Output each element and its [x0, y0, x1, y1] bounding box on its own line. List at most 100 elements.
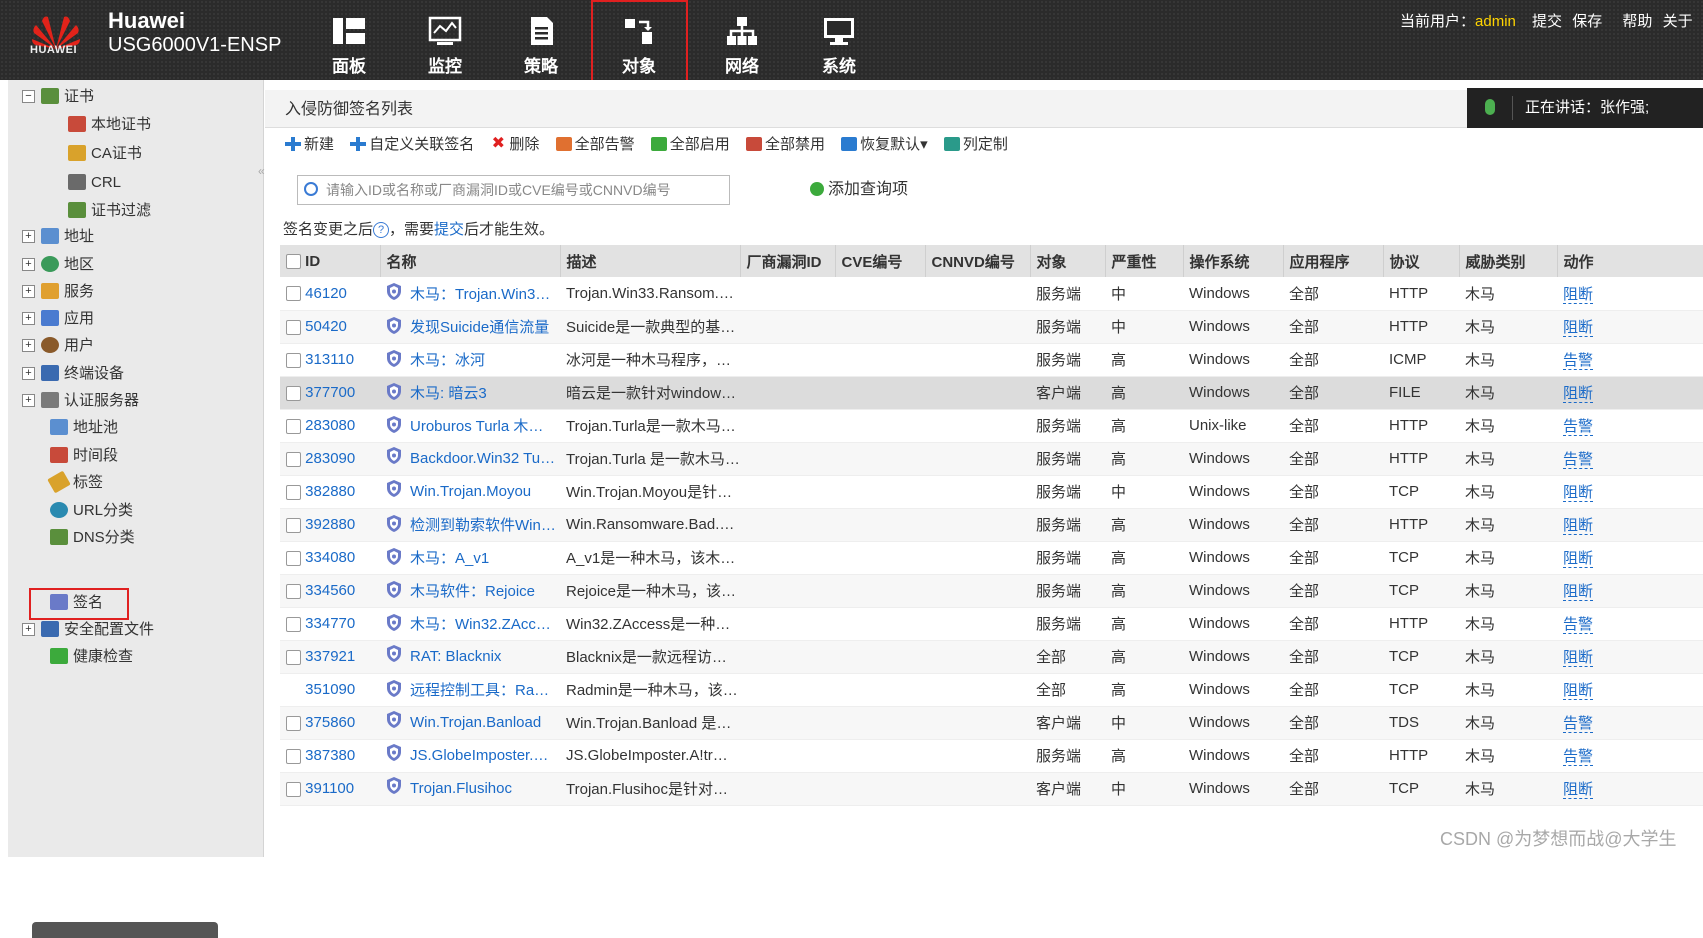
signature-name-link[interactable]: Uroburos Turla 木… — [410, 418, 543, 435]
action-link[interactable]: 阻断 — [1563, 682, 1594, 700]
table-row[interactable]: 334560 木马软件：Rejoice Rejoice是一种木马，该… 服务端高 Win… — [280, 574, 1703, 608]
nav-policy[interactable]: 策略 — [496, 0, 586, 80]
sidebar-item-health-check[interactable]: 健康检查 — [50, 644, 133, 670]
sidebar-item-certificate[interactable]: − 证书 — [22, 84, 94, 110]
col-action[interactable]: 动作 — [1557, 245, 1703, 277]
row-checkbox[interactable] — [286, 319, 301, 335]
collapse-sidebar-icon[interactable]: « — [258, 164, 265, 178]
signature-id-link[interactable]: 46120 — [305, 285, 347, 302]
table-row[interactable]: 283080 Uroburos Turla 木… Trojan.Turla是一款木马… — [280, 409, 1703, 443]
row-checkbox[interactable] — [286, 418, 301, 434]
nav-network[interactable]: 网络 — [697, 0, 787, 80]
col-os[interactable]: 操作系统 — [1183, 245, 1284, 277]
signature-id-link[interactable]: 313110 — [305, 351, 354, 368]
add-query-button[interactable]: 添加查询项 — [810, 176, 908, 204]
table-row[interactable]: 283090 Backdoor.Win32 Tu… Trojan.Turla 是一款… — [280, 442, 1703, 476]
action-link[interactable]: 阻断 — [1563, 285, 1594, 304]
signature-id-link[interactable]: 377700 — [305, 384, 355, 401]
signature-name-link[interactable]: 木马：Trojan.Win3… — [410, 286, 550, 303]
col-severity[interactable]: 严重性 — [1105, 245, 1184, 277]
action-link[interactable]: 阻断 — [1563, 781, 1594, 799]
table-row[interactable]: 391100 Trojan.Flusihoc Trojan.Flusihoc是针对…… — [280, 772, 1703, 806]
new-button[interactable]: 新建 — [285, 132, 334, 158]
row-checkbox[interactable] — [286, 715, 301, 731]
signature-name-link[interactable]: Win.Trojan.Banload — [410, 714, 541, 731]
enable-all-button[interactable]: 全部启用 — [650, 132, 730, 158]
row-checkbox[interactable] — [286, 484, 301, 500]
table-row[interactable]: 46120 木马：Trojan.Win3… Trojan.Win33.Ransom.… — [280, 277, 1703, 311]
expand-icon[interactable]: + — [22, 393, 35, 407]
expand-icon[interactable]: + — [22, 338, 35, 352]
sidebar-item-auth-server[interactable]: + 认证服务器 — [22, 388, 139, 414]
action-link[interactable]: 告警 — [1563, 748, 1594, 766]
col-desc[interactable]: 描述 — [560, 245, 741, 277]
action-link[interactable]: 告警 — [1563, 451, 1594, 469]
signature-id-link[interactable]: 375860 — [305, 714, 355, 731]
action-link[interactable]: 阻断 — [1563, 517, 1594, 535]
col-vendor-id[interactable]: 厂商漏洞ID — [740, 245, 836, 277]
col-category[interactable]: 威胁类别 — [1459, 245, 1558, 277]
help-icon[interactable]: ? — [373, 222, 390, 239]
table-row[interactable]: 382880 Win.Trojan.Moyou Win.Trojan.Moyou是针… — [280, 475, 1703, 509]
table-row[interactable]: 334080 木马：A_v1 A_v1是一种木马，该木… 服务端高 Windows 全部 T… — [280, 541, 1703, 575]
col-protocol[interactable]: 协议 — [1383, 245, 1460, 277]
row-checkbox[interactable] — [286, 550, 301, 566]
sidebar-item-address[interactable]: + 地址 — [22, 224, 94, 250]
sidebar-item-url-category[interactable]: URL分类 — [50, 498, 133, 524]
expand-icon[interactable]: + — [22, 229, 35, 243]
alert-all-button[interactable]: 全部告警 — [555, 132, 635, 158]
nav-dashboard[interactable]: 面板 — [304, 0, 394, 80]
sidebar-item-region[interactable]: + 地区 — [22, 252, 94, 278]
signature-id-link[interactable]: 334560 — [305, 582, 355, 599]
col-cve[interactable]: CVE编号 — [835, 245, 926, 277]
delete-button[interactable]: ✖ 删除 — [490, 132, 540, 158]
signature-id-link[interactable]: 334770 — [305, 615, 355, 632]
signature-name-link[interactable]: Trojan.Flusihoc — [410, 780, 512, 797]
action-link[interactable]: 阻断 — [1563, 583, 1594, 601]
row-checkbox[interactable] — [286, 451, 301, 467]
action-link[interactable]: 阻断 — [1563, 385, 1594, 403]
expand-icon[interactable]: + — [22, 311, 35, 325]
sidebar-item-time-range[interactable]: 时间段 — [50, 443, 118, 469]
help-link[interactable]: 帮助 — [1622, 13, 1652, 30]
col-id[interactable]: ID — [280, 245, 381, 277]
col-name[interactable]: 名称 — [380, 245, 561, 277]
sidebar-item-dns-category[interactable]: DNS分类 — [50, 525, 135, 551]
save-link[interactable]: 保存 — [1572, 13, 1602, 30]
row-checkbox[interactable] — [286, 616, 301, 632]
sidebar-item-address-pool[interactable]: 地址池 — [50, 415, 118, 441]
sidebar-item-tag[interactable]: 标签 — [47, 470, 103, 496]
signature-name-link[interactable]: 木马：A_v1 — [410, 550, 489, 567]
sidebar-item-service[interactable]: + 服务 — [22, 279, 94, 305]
table-row[interactable]: 392880 检测到勒索软件Win… Win.Ransomware.Bad.… 服务端… — [280, 508, 1703, 542]
signature-name-link[interactable]: 发现Suicide通信流量 — [410, 319, 549, 336]
row-checkbox[interactable] — [286, 649, 301, 665]
sidebar-item-security-profile[interactable]: + 安全配置文件 — [22, 617, 154, 643]
signature-name-link[interactable]: Win.Trojan.Moyou — [410, 483, 531, 500]
nav-system[interactable]: 系统 — [794, 0, 884, 80]
signature-name-link[interactable]: RAT: Blacknix — [410, 648, 501, 665]
disable-all-button[interactable]: 全部禁用 — [745, 132, 825, 158]
table-row[interactable]: 351090 远程控制工具：Ra… Radmin是一种木马，该… 全部高 Windows… — [280, 673, 1703, 707]
sidebar-item-application[interactable]: + 应用 — [22, 306, 94, 332]
signature-id-link[interactable]: 387380 — [305, 747, 355, 764]
action-link[interactable]: 告警 — [1563, 715, 1594, 733]
signature-id-link[interactable]: 391100 — [305, 780, 354, 797]
signature-name-link[interactable]: 木马: 暗云3 — [410, 385, 487, 402]
table-row[interactable]: 375860 Win.Trojan.Banload Win.Trojan.Banlo… — [280, 706, 1703, 740]
expand-icon[interactable]: + — [22, 366, 35, 380]
row-checkbox[interactable] — [286, 583, 301, 599]
action-link[interactable]: 阻断 — [1563, 550, 1594, 568]
row-checkbox[interactable] — [286, 286, 301, 302]
signature-name-link[interactable]: 远程控制工具：Ra… — [410, 682, 549, 699]
action-link[interactable]: 告警 — [1563, 616, 1594, 634]
column-custom-button[interactable]: 列定制 — [943, 132, 1008, 158]
signature-name-link[interactable]: Backdoor.Win32 Tu… — [410, 450, 555, 467]
signature-id-link[interactable]: 351090 — [305, 681, 355, 698]
signature-name-link[interactable]: 检测到勒索软件Win… — [410, 517, 556, 534]
sidebar-item-user[interactable]: + 用户 — [22, 333, 94, 359]
sidebar-item-ca-cert[interactable]: CA证书 — [68, 141, 142, 167]
row-checkbox[interactable] — [286, 781, 301, 797]
sidebar-item-cert-filter[interactable]: 证书过滤 — [68, 198, 151, 224]
table-row[interactable]: 313110 木马：冰河 冰河是一种木马程序，… 服务端高 Windows 全部 ICMP 木… — [280, 343, 1703, 377]
